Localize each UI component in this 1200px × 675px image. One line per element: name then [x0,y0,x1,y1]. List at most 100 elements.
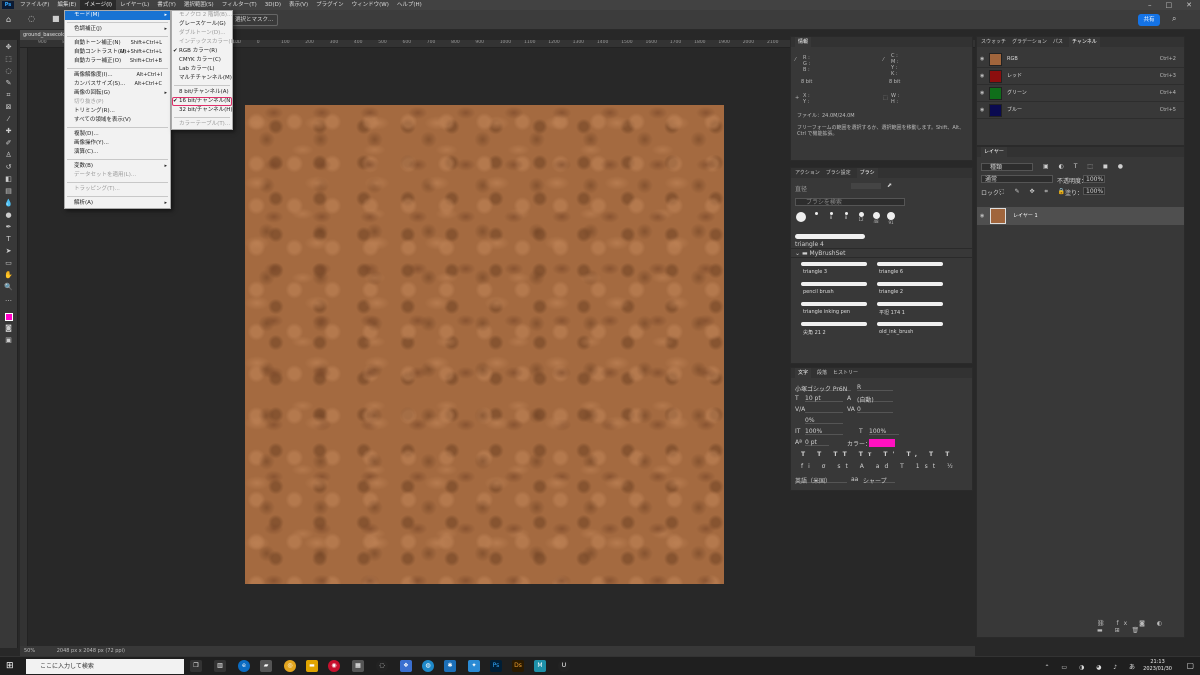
menu-item[interactable]: グレースケール(G) [172,20,232,29]
frame-tool-icon[interactable]: ⊠ [3,103,15,112]
zoom-level[interactable]: 50% [24,648,35,654]
channel-row[interactable]: ◉ ブルー Ctrl+5 [977,102,1184,119]
foreground-color-swatch[interactable] [4,313,13,321]
menu-item[interactable]: レイヤー(L) [116,0,153,10]
zoom-tool-icon[interactable]: 🔍 [3,283,15,292]
kerning-field[interactable] [805,406,843,413]
screen-mode-icon[interactable]: ▣ [3,336,15,345]
maximize-icon[interactable]: □ [1166,1,1173,9]
menu-item[interactable]: 3D(D) [261,0,285,10]
layer-footer-icons[interactable]: ⛓ fx ◙ ◐ ▬ ⊞ 🗑 [1097,620,1184,634]
type-tool-icon[interactable]: T [3,235,15,244]
eraser-icon[interactable]: ◧ [3,175,15,184]
app-icon[interactable]: ◌ [376,660,388,672]
menu-item[interactable]: RGB カラー(R) ✔ [172,47,232,56]
edge-icon[interactable]: e [238,660,250,672]
photoshop-taskbar-icon[interactable]: Ps [490,660,502,672]
more-tools-icon[interactable]: … [3,295,15,304]
system-tray-icons[interactable]: ⌃ ▭ ◑ ◕ ♪ あ [1044,662,1140,671]
document-tab[interactable]: ground_basecolor [20,30,70,40]
text-color-swatch[interactable] [869,439,895,447]
channel-row[interactable]: ◉ RGB Ctrl+2 [977,51,1184,68]
search-icon[interactable]: ⌕ [1172,14,1176,24]
lasso-tool-icon[interactable]: ◌ [3,67,15,76]
menu-item[interactable]: 変数(B) ▸ [65,162,170,171]
brush-item[interactable]: triangle inking pen [803,309,850,315]
brush-preset[interactable] [810,212,822,215]
menu-item[interactable]: すべての領域を表示(V) [65,116,170,125]
menu-item[interactable]: 画像操作(Y)... [65,139,170,148]
select-and-mask-button[interactable]: 選択とマスク... [230,14,279,26]
menu-item[interactable]: 画像の回転(G) ▸ [65,89,170,98]
panel-tab[interactable]: グラデーション [1012,37,1047,47]
shape-tool-icon[interactable]: ▭ [3,259,15,268]
menu-item[interactable]: 選択範囲(S) [180,0,218,10]
tsume-field[interactable]: 0% [805,417,843,424]
app-icon[interactable]: ▰ [260,660,272,672]
info-tab[interactable]: 情報 [795,37,812,47]
brush-item[interactable]: triangle 2 [879,289,903,295]
size-slider[interactable] [851,183,881,189]
menu-item[interactable]: 色調補正(J) ▸ [65,25,170,34]
marquee-tool-icon[interactable]: ⬚ [3,55,15,64]
hand-tool-icon[interactable]: ✋ [3,271,15,280]
layers-tab[interactable]: レイヤー [981,147,1007,157]
brush-item[interactable]: pencil brush [803,289,834,295]
layer-name[interactable]: レイヤー 1 [1013,208,1038,224]
document-canvas[interactable] [245,105,724,584]
brush-tool-icon[interactable]: ✐ [3,139,15,148]
layer-filter-icons[interactable]: ▣ ◐ T ⬚ ◼ ● [1043,163,1127,170]
brush-preset[interactable]: 48 [870,212,882,224]
font-size-field[interactable]: 10 pt [805,395,843,402]
quick-select-icon[interactable]: ✎ [3,79,15,88]
opentype-buttons[interactable]: fi σ st A ad T 1st ½ [801,463,958,470]
task-view-icon[interactable]: ❐ [190,660,202,672]
menu-item[interactable]: イメージ(I) [80,0,117,10]
menu-item[interactable]: 編集(E) [53,0,80,10]
brush-item[interactable]: 尖角 21 2 [803,329,826,336]
notification-icon[interactable]: ▢ [1186,661,1194,670]
brush-item[interactable]: old_ink_brush [879,329,913,335]
app-icon[interactable]: ✱ [444,660,456,672]
app-icon[interactable]: M [534,660,546,672]
quick-mask-icon[interactable]: ◙ [3,324,15,333]
eye-icon[interactable]: ◉ [980,102,984,119]
app-icon[interactable]: ❖ [400,660,412,672]
eye-icon[interactable]: ◉ [980,208,984,224]
eyedropper-icon[interactable]: ⁄ [3,115,15,124]
brush-preset[interactable] [795,212,807,222]
brush-top-item[interactable]: triangle 4 [791,232,972,248]
share-button[interactable]: 共有 [1138,14,1160,26]
panel-tab[interactable]: ブラシ [856,168,878,178]
brush-item[interactable]: triangle 3 [803,269,827,275]
healing-brush-icon[interactable]: ✚ [3,127,15,136]
eye-icon[interactable]: ◉ [980,51,984,68]
close-icon[interactable]: ✕ [1186,1,1192,9]
language-select[interactable]: 英語（米国） [795,476,847,485]
chrome-icon[interactable]: ◎ [284,660,296,672]
menu-item[interactable]: トリミング(R)... [65,107,170,116]
vertical-scale-field[interactable]: 100% [805,428,843,435]
menu-item[interactable]: 演算(C)... [65,148,170,157]
new-selection-icon[interactable]: ■ [52,14,60,23]
channel-row[interactable]: ◉ レッド Ctrl+3 [977,68,1184,85]
blend-mode-select[interactable]: 通常 [981,175,1053,183]
horizontal-scale-field[interactable]: 100% [869,428,899,435]
menu-item[interactable]: 解析(A) ▸ [65,199,170,208]
new-brush-icon[interactable]: ⬈ [887,182,892,189]
antialias-select[interactable]: シャープ [863,476,895,485]
brush-group-header[interactable]: ⌄ ▬ MyBrushSet [791,248,972,258]
path-select-icon[interactable]: ➤ [3,247,15,256]
fill-field[interactable]: 100% [1083,187,1105,195]
menu-item[interactable]: 自動カラー補正(O) Shift+Ctrl+B [65,57,170,66]
taskbar-search-input[interactable]: ここに入力して検索 [26,659,184,674]
leading-field[interactable]: (自動) [857,395,893,404]
blur-tool-icon[interactable]: 💧 [3,199,15,208]
panel-tab[interactable]: チャンネル [1068,37,1100,47]
panel-tab[interactable]: 段落 [817,368,827,378]
panel-tab[interactable]: スウォッチ [981,37,1006,47]
menu-item[interactable]: モード(M) ▸ [65,11,170,20]
baseline-field[interactable]: 0 pt [805,439,829,446]
menu-item[interactable]: 書式(Y) [153,0,180,10]
menu-item[interactable]: ヘルプ(H) [393,0,426,10]
